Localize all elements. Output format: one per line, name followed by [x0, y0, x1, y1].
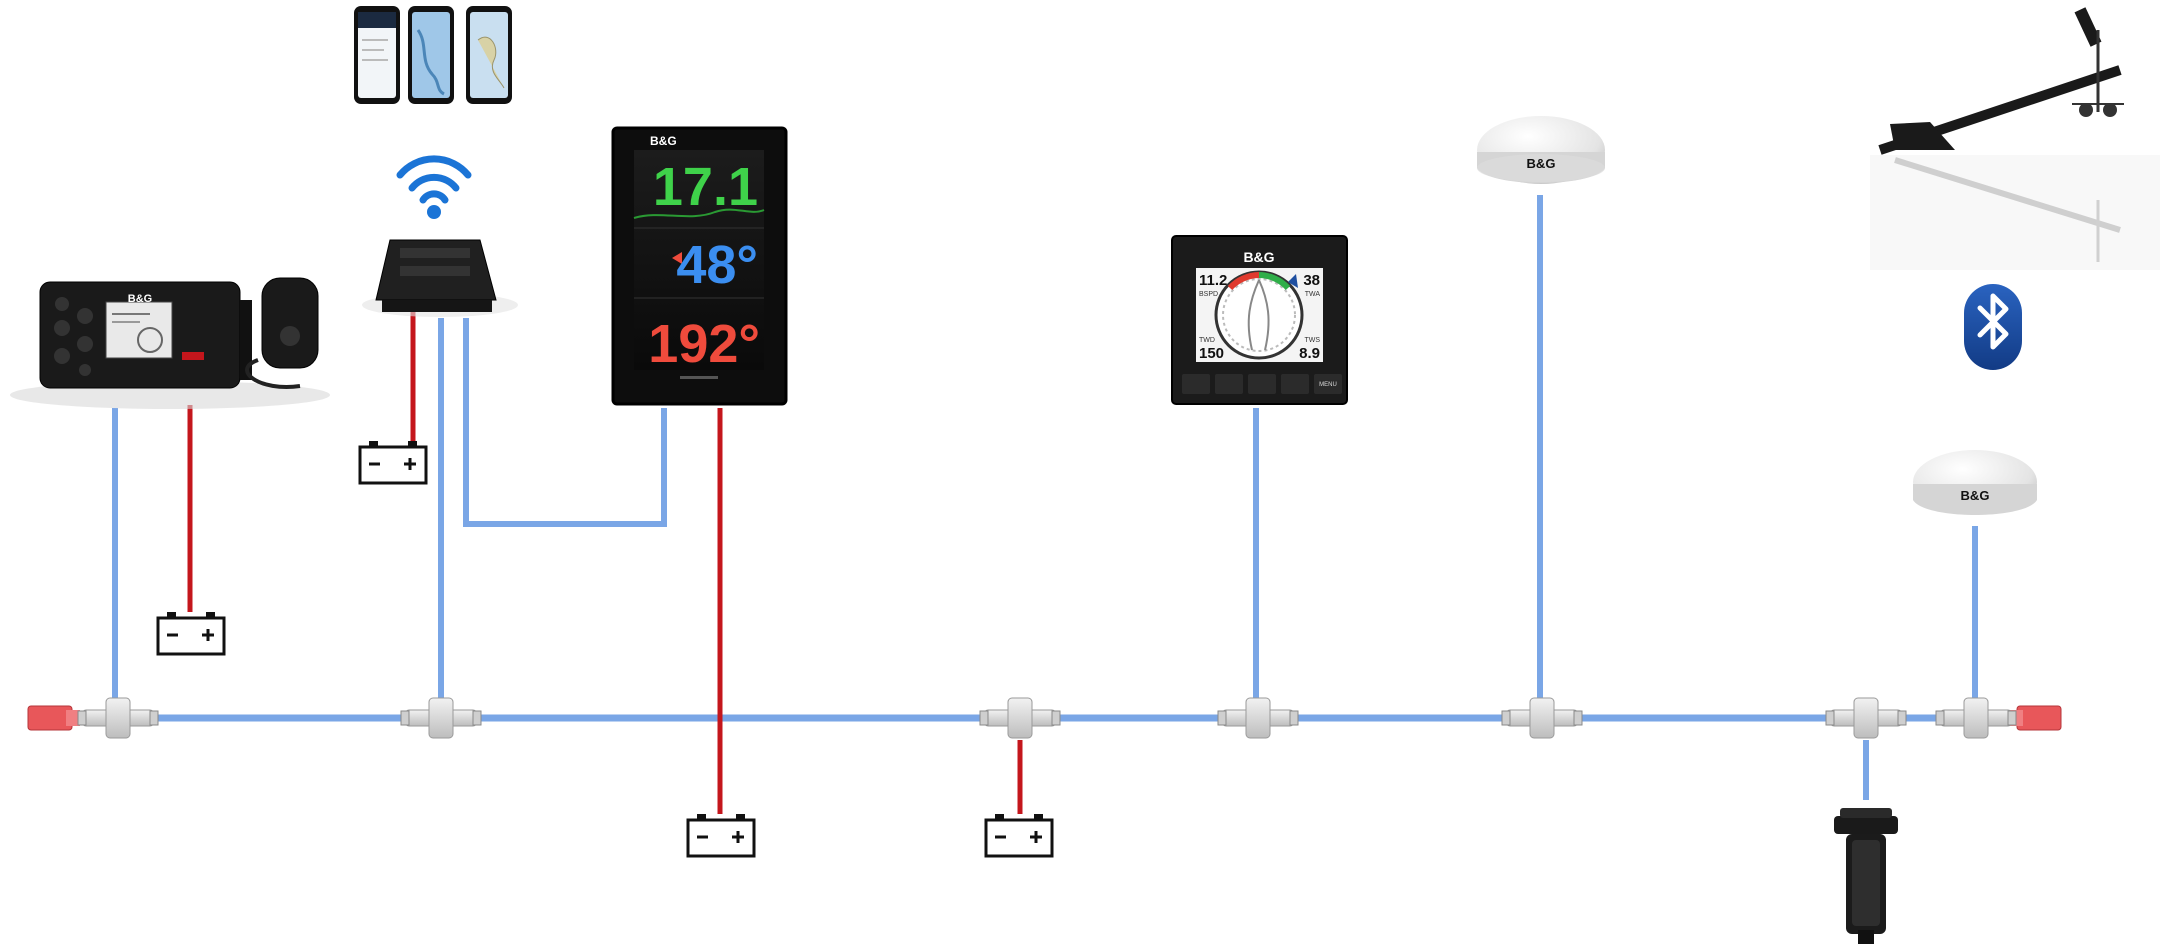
- display-value-1: 17.1: [653, 157, 758, 217]
- instrument-top-right-unit: TWA: [1305, 291, 1321, 298]
- up-button[interactable]: [1215, 374, 1243, 394]
- wind-sensor: [1870, 7, 2160, 270]
- gps-antenna: B&G: [1913, 450, 2037, 515]
- bluetooth-icon: [1964, 284, 2022, 370]
- down-button[interactable]: [1281, 374, 1309, 394]
- instrument-top-left-value: 11.2: [1199, 272, 1227, 289]
- instrument-top-left-unit: BSPD: [1199, 291, 1218, 298]
- instrument-top-right-value: 38: [1303, 272, 1320, 289]
- smartphone-icon: [466, 6, 512, 104]
- gps-antenna-logo: B&G: [1961, 488, 1990, 503]
- instrument-bottom-right-value: 8.9: [1299, 345, 1320, 362]
- display-brand-logo: B&G: [650, 134, 677, 148]
- battery-icon: [156, 610, 226, 656]
- display-value-2: 48°: [676, 235, 758, 295]
- multifunction-display: B&G 17.1 48° 192°: [611, 126, 788, 406]
- transducer: [1834, 808, 1898, 944]
- instrument-bottom-left-unit: TWD: [1199, 337, 1215, 344]
- gps-antenna: B&G: [1477, 116, 1605, 184]
- wifi-icon: [396, 155, 472, 219]
- instrument-bottom-right-unit: TWS: [1304, 337, 1320, 344]
- grid-button[interactable]: [1182, 374, 1210, 394]
- vhf-radio: B&G: [10, 277, 330, 409]
- instrument-brand-logo: B&G: [1243, 249, 1274, 265]
- display-value-3: 192°: [648, 314, 760, 374]
- battery-icon: [358, 439, 428, 485]
- battery-icon: [984, 812, 1054, 858]
- smartphone-icon: [408, 6, 454, 104]
- smartphone-icon: [354, 6, 400, 104]
- gps-antenna-logo: B&G: [1527, 156, 1556, 171]
- instrument-display: B&G 11.2 BSPD 38 TWA TWD 150 TWS 8.9 MEN…: [1171, 235, 1348, 405]
- network-diagram: B&G B&G 17.1 48° 192° B&G 11.2 BSPD 38 T…: [10, 6, 2160, 944]
- terminator-left: [27, 705, 80, 731]
- back-button[interactable]: [1248, 374, 1276, 394]
- menu-button-label: MENU: [1319, 382, 1337, 388]
- battery-icon: [686, 812, 756, 858]
- wireless-gateway: [362, 239, 518, 317]
- radio-brand-logo: B&G: [128, 293, 152, 305]
- instrument-bottom-left-value: 150: [1199, 345, 1224, 362]
- power-cables: [187, 312, 1023, 814]
- terminator-right: [2009, 705, 2062, 731]
